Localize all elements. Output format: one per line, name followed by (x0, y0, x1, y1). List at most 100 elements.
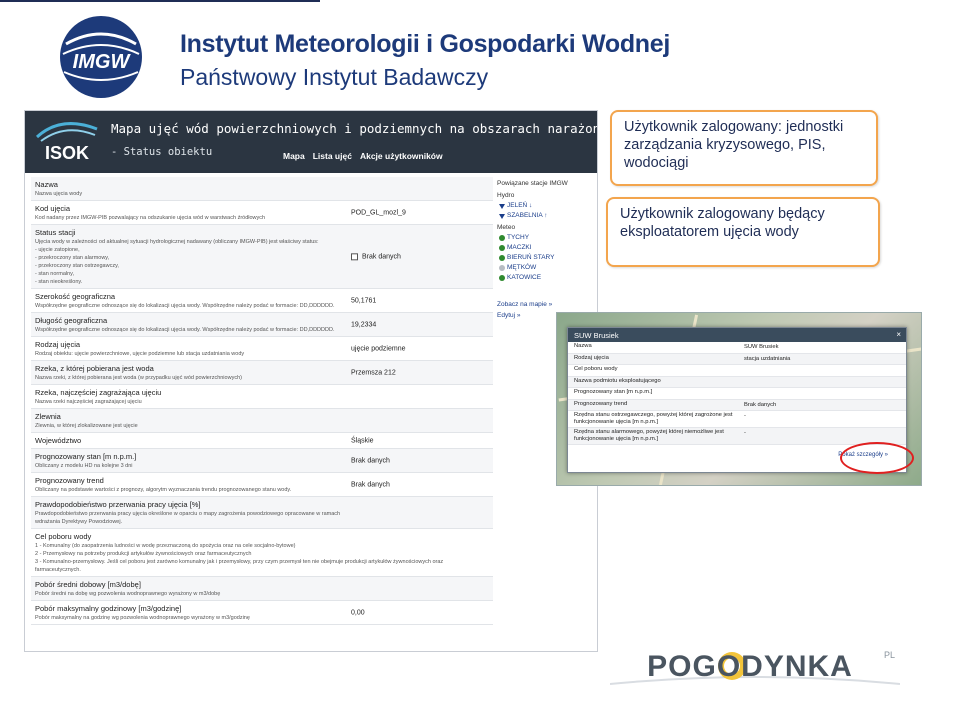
imgw-logo: IMGW (60, 16, 142, 98)
field-label: Cel poboru wody (35, 532, 92, 541)
field-bullet: 3 - Komunalno-przemysłowy. Jeśli cel pob… (35, 559, 444, 573)
field-value: Śląskie (351, 437, 374, 444)
popup-row-label: Rodzaj ujęcia (574, 354, 609, 361)
popup-row: Rzędna stanu alarmowego, powyżej której … (568, 428, 906, 445)
top-rule (0, 0, 320, 2)
close-icon[interactable]: × (896, 330, 901, 339)
field-row: Prawdopodobieństwo przerwania pracy ujęc… (31, 497, 493, 529)
field-bullet: 1 - Komunalny (do zaopatrzenia ludności … (35, 543, 296, 549)
pogodynka-text: POGODYNKA (647, 650, 853, 683)
pogodynka-logo: POGODYNKA PL (610, 650, 900, 685)
nav-map[interactable]: Mapa (283, 151, 305, 161)
field-bullet: - stan normalny, (35, 271, 75, 277)
field-description: Obliczany na podstawie wartości z progno… (35, 487, 292, 493)
field-description: Kod nadany przez IMGW-PIB pozwalający na… (35, 215, 266, 221)
nav-list[interactable]: Lista ujęć (313, 151, 352, 161)
meteo-station-katowice[interactable]: KATOWICE (497, 273, 597, 283)
field-bullet: - przekroczony stan alarmowy, (35, 255, 110, 261)
field-description: Zlewnia, w której zlokalizowane jest uję… (35, 423, 138, 429)
popup-row-label: Nazwa (574, 343, 592, 349)
field-description: Obliczany z modelu HD na kolejne 3 dni (35, 463, 133, 469)
field-bullet: - przekroczony stan ostrzegawczy, (35, 263, 119, 269)
field-bullet: 2 - Przemysłowy na potrzeby produkcji ar… (35, 551, 252, 557)
meteo-heading: Meteo (497, 224, 516, 231)
field-row: Pobór średni dobowy [m3/dobę] Pobór średn… (31, 577, 493, 601)
popup-row-label: Rzędna stanu ostrzegawczego, powyżej któ… (574, 412, 733, 425)
app-nav: Mapa Lista ujęć Akcje użytkowników (283, 151, 443, 161)
popup-title: SUW Brusiek (574, 331, 619, 340)
field-label: Nazwa (35, 180, 58, 189)
field-row: Rzeka, z której pobierana jest woda Nazwa… (31, 361, 493, 385)
field-value: 0,00 (351, 609, 365, 616)
field-row: Nazwa Nazwa ujęcia wody (31, 177, 493, 201)
popup-rows: Nazwa SUW Brusiek Rodzaj ujęcia stacja uzda… (568, 342, 906, 445)
field-label: Status stacji (35, 228, 76, 237)
field-description: Nazwa ujęcia wody (35, 191, 83, 197)
see-on-map-link[interactable]: Zobacz na mapie » (497, 299, 597, 310)
field-bullet: - ujęcie zatopione, (35, 247, 80, 253)
field-row: Długość geograficzna Współrzędne geografi… (31, 313, 493, 337)
isok-logo: ISOK (35, 122, 98, 163)
trend-arrow: ↑ (544, 212, 548, 219)
hydro-heading: Hydro (497, 192, 515, 199)
field-label: Długość geograficzna (35, 316, 108, 325)
app-title: Mapa ujęć wód powierzchniowych i podziem… (111, 121, 597, 136)
field-label: Pobór średni dobowy [m3/dobę] (35, 580, 141, 589)
field-label: Zlewnia (35, 412, 61, 421)
field-value-text: Brak danych (362, 253, 401, 261)
field-label: Rzeka, najczęściej zagrażająca ujęciu (35, 388, 162, 397)
popup-row-label: Nazwa podmiotu eksploatującego (574, 377, 661, 384)
field-row: Województwo Śląskie (31, 433, 493, 449)
related-stations-panel: Powiązane stacje IMGW Hydro JELEŃ ↓ SZAB… (497, 177, 597, 321)
field-label: Szerokość geograficzna (35, 292, 116, 301)
field-label: Prawdopodobieństwo przerwania pracy ujęc… (35, 500, 201, 509)
imgw-logo-text: IMGW (73, 51, 132, 73)
trend-arrow: ↓ (529, 202, 533, 209)
meteo-station-tychy[interactable]: TYCHY (497, 233, 597, 243)
field-row: Kod ujęcia Kod nadany przez IMGW-PIB pozw… (31, 201, 493, 225)
field-bullet: - stan nieokreślony. (35, 279, 83, 285)
status-checkbox[interactable] (351, 252, 358, 260)
popup-row-value: - (744, 413, 746, 419)
nav-user-actions[interactable]: Akcje użytkowników (360, 151, 443, 161)
field-description: Nazwa rzeki, z której pobierana jest wod… (35, 375, 242, 381)
field-label: Prognozowany stan [m n.p.m.] (35, 452, 137, 461)
meteo-station-maczki[interactable]: MACZKI (497, 243, 597, 253)
field-description: Pobór średni na dobę wg pozwolenia wodno… (35, 591, 221, 597)
field-value: Brak danych (351, 457, 390, 464)
field-description: Pobór maksymalny na godzinę wg pozwoleni… (35, 615, 250, 621)
popup-row: Rodzaj ujęcia stacja uzdatniania (568, 353, 906, 365)
popup-row: Nazwa SUW Brusiek (568, 342, 906, 354)
popup-row-label: Prognozowany trend (574, 400, 628, 407)
field-row: Cel poboru wody 1 - Komunalny (do zaopatr… (31, 529, 493, 577)
popup-row: Prognozowany trend Brak danych (568, 399, 906, 411)
popup-row-value: SUW Brusiek (744, 344, 779, 350)
field-value: Brak danych (351, 481, 390, 488)
field-label: Rodzaj ujęcia (35, 340, 81, 349)
field-row: Szerokość geograficzna Współrzędne geogra… (31, 289, 493, 313)
popup-row-value: - (744, 430, 746, 436)
slide: IMGW Instytut Meteorologii i Gospodarki … (0, 0, 960, 716)
hydro-station-szabelnia[interactable]: SZABELNIA ↑ (497, 211, 597, 221)
field-value: POD_GL_mozl_9 (351, 209, 406, 216)
field-description: Współrzędne geograficzne odnoszące się d… (35, 303, 335, 309)
field-label: Kod ujęcia (35, 204, 71, 213)
field-label: Rzeka, z której pobierana jest woda (35, 364, 154, 373)
meteo-station-metkow[interactable]: MĘTKÓW (497, 263, 597, 273)
field-row: Rzeka, najczęściej zagrażająca ujęciu Naz… (31, 385, 493, 409)
institute-title: Instytut Meteorologii i Gospodarki Wodne… (180, 30, 671, 58)
field-label: Województwo (35, 436, 82, 445)
field-value: 19,2334 (351, 321, 377, 328)
callout-operator-user: Użytkownik zalogowany będący eksploatato… (606, 197, 880, 267)
hydro-station-jelen[interactable]: JELEŃ ↓ (497, 201, 597, 211)
field-value: 50,1761 (351, 297, 377, 304)
popup-row: Rzędna stanu ostrzegawczego, powyżej któ… (568, 411, 906, 428)
app-header: ISOK Mapa ujęć wód powierzchniowych i po… (25, 111, 597, 173)
popup-row-label: Prognozowany stan [m n.p.m.] (574, 389, 653, 395)
field-description: Nazwa rzeki najczęściej zagrażającej uję… (35, 399, 142, 405)
popup-row: Nazwa podmiotu eksploatującego (568, 376, 906, 388)
hydro-station-label: SZABELNIA (507, 212, 543, 219)
field-row: Rodzaj ujęcia Rodzaj obiektu: ujęcie powi… (31, 337, 493, 361)
app-subtitle: - Status obiektu (111, 146, 213, 158)
meteo-station-bierun-stary[interactable]: BIERUŃ STARY (497, 253, 597, 263)
